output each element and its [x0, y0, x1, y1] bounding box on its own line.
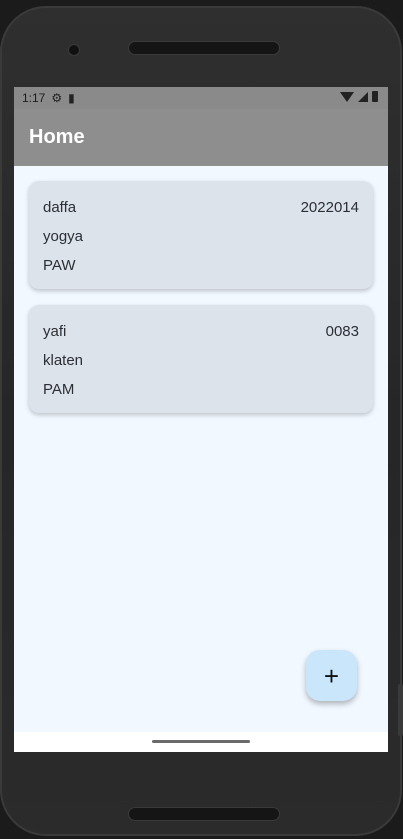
sd-card-icon: ▮ [68, 91, 75, 105]
status-icons [340, 91, 378, 102]
plus-icon: + [323, 660, 340, 691]
student-nim: 0083 [325, 323, 359, 340]
student-city: klaten [43, 352, 84, 369]
student-course: PAM [43, 381, 75, 398]
status-time: 1:17 [22, 91, 46, 105]
top-speaker [128, 41, 280, 55]
student-course: PAW [43, 257, 76, 274]
app-bar: Home [14, 109, 388, 166]
app-screen: 1:17 ⚙ ▮ Home daffa 2022014 yogya PAW ya… [14, 87, 388, 752]
gesture-nav-bar [14, 732, 388, 752]
signal-icon [358, 91, 368, 102]
status-bar: 1:17 ⚙ ▮ [14, 87, 388, 109]
student-city: yogya [43, 228, 84, 245]
student-name: daffa [43, 199, 77, 216]
home-indicator[interactable] [152, 740, 250, 743]
page-title: Home [29, 126, 85, 148]
bottom-speaker [128, 807, 280, 821]
front-camera [68, 44, 80, 56]
wifi-icon [340, 91, 354, 102]
side-button [398, 684, 403, 736]
battery-icon [372, 91, 378, 102]
student-card[interactable]: yafi 0083 klaten PAM [29, 305, 373, 413]
student-nim: 2022014 [300, 199, 359, 216]
student-name: yafi [43, 323, 67, 340]
add-button[interactable]: + [306, 650, 357, 701]
gear-icon: ⚙ [51, 91, 63, 105]
student-card[interactable]: daffa 2022014 yogya PAW [29, 181, 373, 289]
